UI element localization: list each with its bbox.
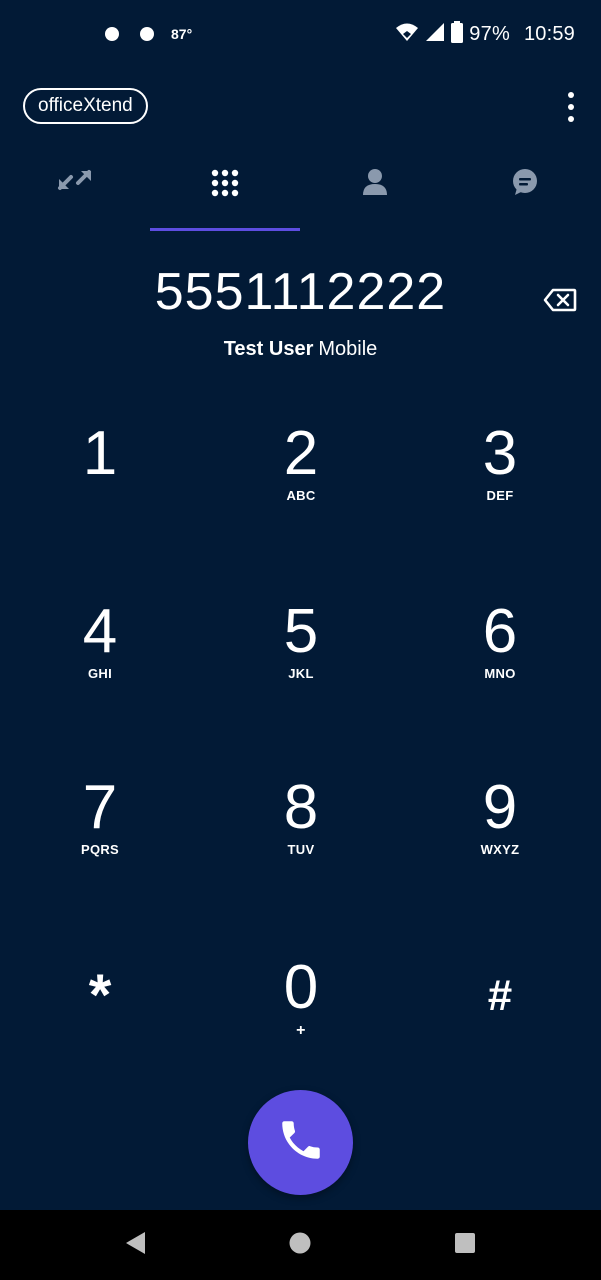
dialpad-icon [210, 168, 240, 203]
key-letters: PQRS [80, 842, 120, 857]
dial-key-7[interactable]: 7 PQRS [20, 754, 180, 894]
dial-key-6[interactable]: 6 MNO [420, 578, 580, 718]
dial-key-star[interactable]: * [20, 934, 180, 1074]
system-nav-bar [0, 1210, 601, 1280]
notification-dot-icon [105, 27, 119, 41]
key-letters: MNO [484, 666, 516, 681]
backspace-button[interactable] [540, 286, 580, 318]
dialed-number[interactable]: 5551112222 [0, 262, 601, 322]
backspace-icon [543, 288, 577, 317]
nav-recents-button[interactable] [450, 1232, 480, 1258]
key-letters: + [296, 1022, 306, 1039]
dial-key-8[interactable]: 8 TUV [221, 754, 381, 894]
caller-name: Test User [223, 338, 314, 360]
key-digit: 8 [283, 773, 319, 842]
key-letters: GHI [87, 666, 112, 681]
dial-key-9[interactable]: 9 WXYZ [420, 754, 580, 894]
dial-key-5[interactable]: 5 JKL [221, 578, 381, 718]
tab-dialpad[interactable] [150, 150, 300, 234]
brand-logo[interactable]: officeXtend [23, 88, 148, 124]
home-circle-icon [288, 1231, 312, 1260]
dialer-screen: 87° 97% 10:59 officeXtend 5551112222 Tes… [0, 0, 601, 1280]
status-temperature: 87° [171, 26, 193, 42]
dial-key-3[interactable]: 3 DEF [420, 400, 580, 540]
dialpad: 1 2 ABC 3 DEF 4 GHI 5 JKL 6 MNO 7 PQRS 8 [0, 400, 601, 1100]
dial-key-0[interactable]: 0 + [221, 934, 381, 1074]
caller-info: Test User Mobile [0, 338, 601, 361]
status-indicators: 97% 10:59 [395, 20, 575, 48]
back-triangle-icon [123, 1230, 147, 1261]
recents-square-icon [453, 1231, 477, 1260]
battery-percent: 97% [469, 22, 510, 45]
key-digit: 0 [283, 953, 319, 1022]
cell-signal-icon [425, 22, 445, 47]
call-history-icon [56, 168, 94, 197]
key-digit: 2 [283, 419, 319, 488]
key-letters: WXYZ [480, 842, 520, 857]
key-digit: 1 [82, 419, 118, 488]
nav-home-button[interactable] [285, 1232, 315, 1258]
notification-dot-icon [140, 27, 154, 41]
phone-icon [276, 1115, 326, 1170]
key-digit: 9 [482, 773, 518, 842]
nav-back-button[interactable] [120, 1230, 150, 1261]
tab-messages[interactable] [450, 150, 600, 234]
key-letters: ABC [286, 488, 316, 503]
dial-key-2[interactable]: 2 ABC [221, 400, 381, 540]
status-time: 10:59 [523, 22, 575, 45]
battery-icon [451, 20, 464, 48]
tab-bar [0, 150, 601, 234]
call-button[interactable] [248, 1090, 353, 1195]
tab-contacts[interactable] [300, 150, 450, 234]
key-digit: # [487, 971, 513, 1020]
person-icon [362, 168, 388, 201]
caller-number-type: Mobile [318, 338, 378, 360]
dial-key-pound[interactable]: # [420, 934, 580, 1074]
status-bar: 87° 97% 10:59 [0, 0, 601, 66]
overflow-menu-icon[interactable] [561, 92, 581, 122]
selected-tab-indicator [150, 228, 300, 231]
key-digit: * [88, 963, 112, 1028]
key-digit: 7 [82, 773, 118, 842]
chat-bubble-icon [511, 168, 539, 201]
key-letters: TUV [287, 842, 315, 857]
tab-recents[interactable] [0, 150, 150, 234]
key-digit: 6 [482, 597, 518, 666]
wifi-icon [395, 22, 419, 47]
key-letters: JKL [288, 666, 314, 681]
key-digit: 3 [482, 419, 518, 488]
key-letters: DEF [486, 488, 514, 503]
dial-key-1[interactable]: 1 [20, 400, 180, 540]
dial-key-4[interactable]: 4 GHI [20, 578, 180, 718]
key-digit: 4 [82, 597, 118, 666]
key-digit: 5 [283, 597, 319, 666]
